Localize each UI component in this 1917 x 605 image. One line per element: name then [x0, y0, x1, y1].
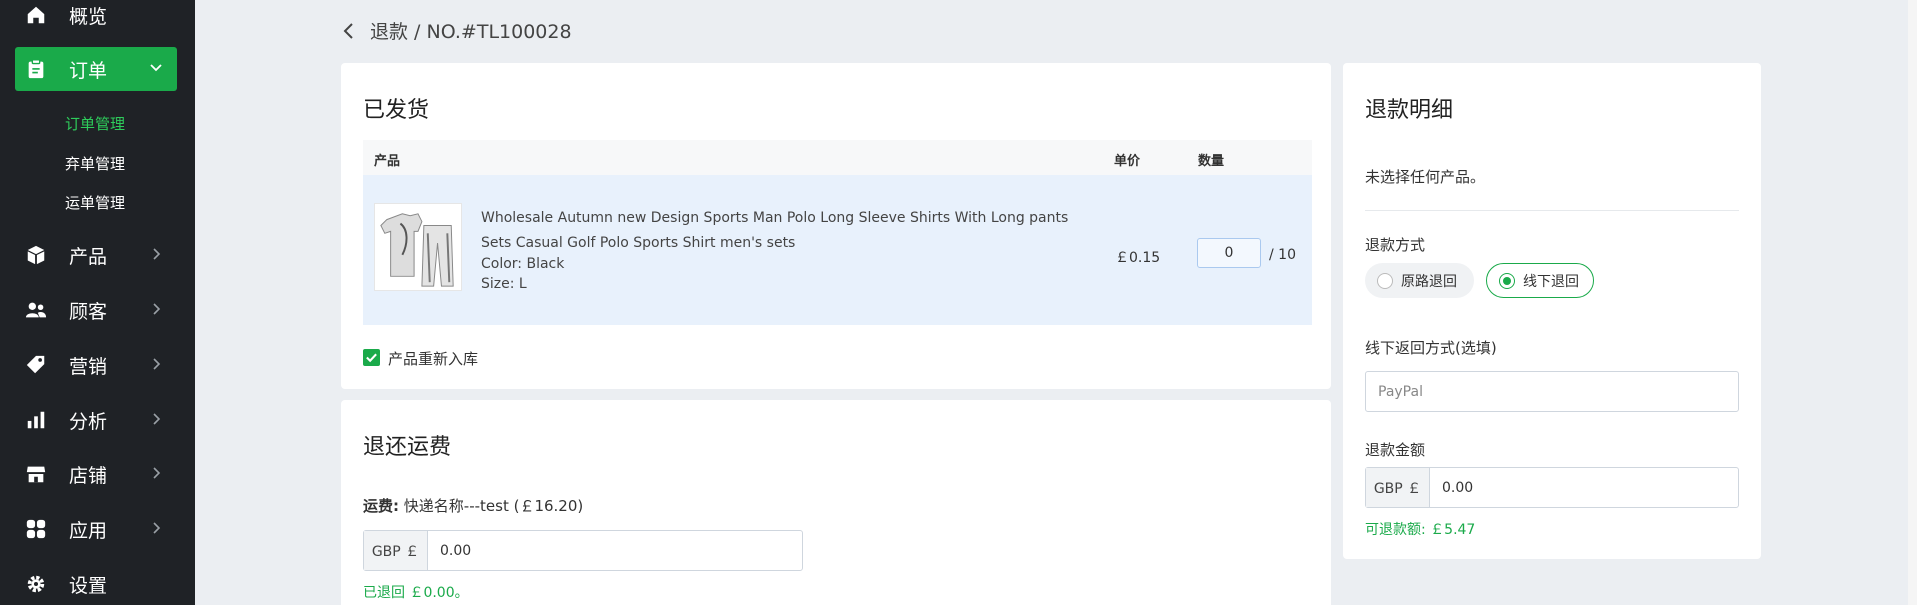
product-name[interactable]: Wholesale Autumn new Design Sports Man P… — [481, 206, 1081, 256]
sidebar-item-label: 产品 — [69, 245, 108, 268]
divider — [1365, 210, 1739, 211]
clipboard-icon — [25, 58, 47, 80]
refundable-amount-text: 可退款额: ￡5.47 — [1365, 522, 1476, 538]
sidebar-item-apps[interactable]: 应用 — [15, 507, 177, 551]
sidebar-subitem-shipments[interactable]: 运单管理 — [65, 192, 125, 213]
sidebar-item-label: 顾客 — [69, 300, 108, 323]
sidebar-item-label: 营销 — [69, 355, 108, 378]
back-arrow-icon[interactable] — [342, 22, 356, 40]
shipping-fee-value: 快递名称---test (￡16.20) — [403, 497, 584, 515]
shipped-card: 已发货 产品 单价 数量 Wholesale Autumn new Design… — [341, 63, 1331, 389]
shipping-fee: 运费: 快递名称---test (￡16.20) — [363, 495, 583, 516]
shipping-fee-label: 运费: — [363, 497, 399, 515]
sidebar-item-label: 设置 — [69, 574, 108, 597]
sidebar-item-marketing[interactable]: 营销 — [15, 343, 177, 387]
refund-amount-input[interactable]: 0.00 — [1430, 468, 1738, 507]
refund-amount-label: 退款金额 — [1365, 441, 1426, 459]
refund-method-offline[interactable]: 线下退回 — [1486, 263, 1594, 298]
chevron-right-icon — [153, 358, 161, 370]
page-title: 退款 / NO.#TL100028 — [370, 21, 572, 43]
sidebar-item-store[interactable]: 店铺 — [15, 452, 177, 496]
shipping-refunded-text: 已退回 ￡0.00。 — [363, 585, 469, 601]
currency-prefix: GBP ￡ — [1366, 468, 1430, 507]
sidebar-item-overview[interactable]: 概览 — [15, 0, 177, 37]
offline-method-label: 线下返回方式(选填) — [1365, 339, 1497, 357]
shipping-refund-amount-field[interactable]: GBP ￡ 0.00 — [363, 530, 803, 571]
quantity-total: / 10 — [1269, 247, 1296, 263]
scrollbar[interactable] — [1908, 0, 1917, 605]
radio-label: 线下退回 — [1523, 273, 1579, 290]
card-title: 退还运费 — [363, 435, 452, 460]
radio-button[interactable] — [1499, 272, 1515, 289]
shipping-refund-amount-input[interactable]: 0.00 — [428, 531, 802, 570]
unit-price: ￡0.15 — [1115, 250, 1161, 266]
sidebar-item-label: 概览 — [69, 5, 108, 28]
sidebar-item-products[interactable]: 产品 — [15, 233, 177, 277]
offline-method-input[interactable]: PayPal — [1365, 371, 1739, 412]
sidebar-subitem-order-management[interactable]: 订单管理 — [65, 113, 125, 134]
column-header-quantity: 数量 — [1198, 154, 1225, 169]
refund-details-card: 退款明细 未选择任何产品。 退款方式 原路退回 线下退回 线下返回方式(选填) … — [1343, 63, 1761, 559]
sidebar-item-label: 应用 — [69, 519, 108, 542]
card-title: 已发货 — [363, 98, 430, 123]
sidebar-item-label: 分析 — [69, 410, 108, 433]
gear-icon — [25, 573, 47, 595]
restock-label[interactable]: 产品重新入库 — [388, 348, 478, 369]
chevron-right-icon — [153, 303, 161, 315]
apps-icon — [25, 518, 47, 540]
product-image — [374, 203, 462, 291]
sidebar-subitem-abandoned-orders[interactable]: 弃单管理 — [65, 153, 125, 174]
radio-button[interactable] — [1377, 272, 1393, 289]
sidebar-item-label: 订单 — [69, 59, 108, 82]
chevron-right-icon — [153, 467, 161, 479]
bar-chart-icon — [25, 409, 47, 431]
refund-method-label: 退款方式 — [1365, 236, 1426, 254]
users-icon — [25, 299, 47, 321]
sidebar: 概览 订单 订单管理 弃单管理 运单管理 产品 顾客 营销 分析 店铺 应用 设… — [0, 0, 195, 605]
tag-icon — [25, 354, 47, 376]
sidebar-item-orders[interactable]: 订单 — [15, 47, 177, 91]
table-row: Wholesale Autumn new Design Sports Man P… — [363, 175, 1312, 325]
sidebar-item-customers[interactable]: 顾客 — [15, 288, 177, 332]
chevron-down-icon — [150, 64, 162, 72]
radio-label: 原路退回 — [1401, 273, 1457, 290]
shipping-refund-card: 退还运费 运费: 快递名称---test (￡16.20) GBP ￡ 0.00… — [341, 400, 1331, 605]
no-product-selected-text: 未选择任何产品。 — [1365, 168, 1486, 186]
restock-checkbox[interactable] — [363, 349, 380, 366]
chevron-right-icon — [153, 248, 161, 260]
refund-method-original[interactable]: 原路退回 — [1365, 263, 1474, 298]
breadcrumb: 退款 / NO.#TL100028 — [342, 17, 572, 44]
card-title: 退款明细 — [1365, 98, 1454, 123]
chevron-right-icon — [153, 413, 161, 425]
table-header: 产品 单价 数量 — [363, 140, 1312, 175]
product-color: Color: Black — [481, 256, 565, 272]
home-icon — [25, 4, 47, 26]
currency-prefix: GBP ￡ — [364, 531, 428, 570]
box-icon — [25, 244, 47, 266]
refund-quantity-input[interactable] — [1197, 238, 1261, 268]
sidebar-item-analytics[interactable]: 分析 — [15, 398, 177, 442]
column-header-product: 产品 — [374, 154, 401, 169]
sidebar-item-label: 店铺 — [69, 464, 108, 487]
checkmark-icon — [366, 353, 377, 363]
store-icon — [25, 463, 47, 485]
product-size: Size: L — [481, 276, 527, 292]
sidebar-item-settings[interactable]: 设置 — [15, 562, 177, 605]
column-header-unit-price: 单价 — [1114, 154, 1141, 169]
chevron-right-icon — [153, 522, 161, 534]
refund-amount-field[interactable]: GBP ￡ 0.00 — [1365, 467, 1739, 508]
